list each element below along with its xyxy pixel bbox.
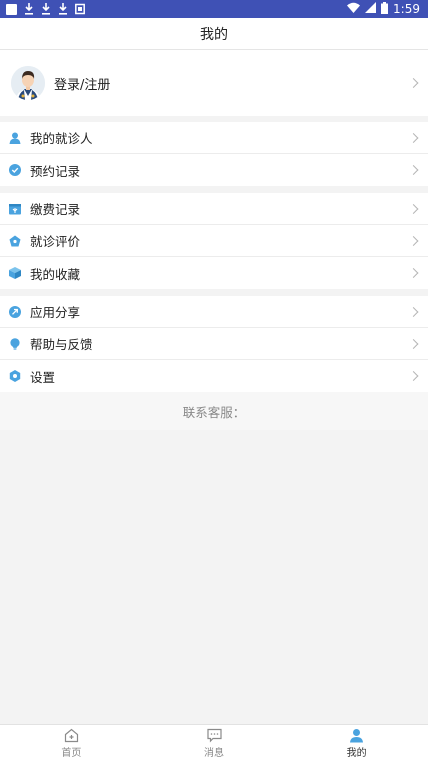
tab-label: 我的 bbox=[346, 748, 367, 759]
clock-check-icon bbox=[9, 164, 21, 176]
menu-item-my-patients[interactable]: 我的就诊人 bbox=[0, 122, 428, 154]
star-icon bbox=[9, 235, 21, 247]
menu-group-patients: 我的就诊人 预约记录 bbox=[0, 122, 428, 186]
clock-time: 1:59 bbox=[393, 2, 420, 16]
menu-item-label: 预约记录 bbox=[30, 163, 81, 179]
tab-home[interactable]: 首页 bbox=[0, 725, 143, 761]
user-icon bbox=[349, 727, 364, 743]
menu-item-appointments[interactable]: 预约记录 bbox=[0, 154, 428, 186]
menu-item-label: 帮助与反馈 bbox=[30, 337, 93, 352]
chevron-right-icon bbox=[408, 203, 419, 214]
menu-item-settings[interactable]: 设置 bbox=[0, 360, 428, 392]
storage-icon bbox=[75, 3, 85, 15]
box-icon bbox=[9, 267, 21, 279]
notification-square-icon bbox=[6, 3, 17, 15]
menu-item-share-app[interactable]: 应用分享 bbox=[0, 296, 428, 328]
chevron-right-icon bbox=[408, 268, 419, 278]
menu-item-favorites[interactable]: 我的收藏 bbox=[0, 257, 428, 289]
menu-item-help-feedback[interactable]: 帮助与反馈 bbox=[0, 328, 428, 360]
chevron-right-icon bbox=[408, 338, 419, 349]
tab-label: 首页 bbox=[61, 748, 82, 759]
gear-icon bbox=[9, 370, 21, 382]
menu-item-label: 设置 bbox=[30, 369, 56, 385]
chevron-right-icon bbox=[408, 78, 419, 88]
share-icon bbox=[9, 305, 21, 318]
menu-item-label: 缴费记录 bbox=[30, 202, 81, 217]
menu-item-label: 我的就诊人 bbox=[30, 131, 93, 146]
download-icon bbox=[41, 3, 51, 15]
menu-item-visit-review[interactable]: 就诊评价 bbox=[0, 225, 428, 257]
avatar bbox=[11, 66, 45, 100]
page-title: 我的 bbox=[0, 18, 428, 50]
menu-item-label: 我的收藏 bbox=[30, 266, 81, 282]
battery-icon bbox=[381, 1, 389, 17]
menu-group-app: 应用分享 帮助与反馈 设置 bbox=[0, 296, 428, 392]
bill-icon bbox=[9, 203, 21, 215]
chevron-right-icon bbox=[408, 165, 419, 175]
contact-customer-service[interactable]: 联系客服： bbox=[0, 392, 428, 430]
signal-icon bbox=[365, 2, 377, 16]
chevron-right-icon bbox=[408, 306, 419, 317]
wifi-icon bbox=[347, 2, 361, 16]
status-bar: 1:59 bbox=[0, 0, 428, 18]
bottom-navigation: 首页 消息 我的 bbox=[0, 724, 428, 761]
tab-messages[interactable]: 消息 bbox=[143, 725, 286, 761]
home-icon bbox=[64, 727, 79, 743]
login-register-label: 登录/注册 bbox=[54, 77, 111, 93]
bulb-icon bbox=[9, 337, 21, 350]
message-icon bbox=[206, 727, 222, 743]
tab-mine[interactable]: 我的 bbox=[285, 725, 428, 761]
chevron-right-icon bbox=[408, 132, 419, 143]
chevron-right-icon bbox=[408, 371, 419, 381]
tab-label: 消息 bbox=[204, 748, 224, 759]
menu-item-payment-records[interactable]: 缴费记录 bbox=[0, 193, 428, 225]
menu-item-label: 应用分享 bbox=[30, 305, 81, 320]
menu-group-records: 缴费记录 就诊评价 我的收藏 bbox=[0, 193, 428, 289]
person-icon bbox=[9, 132, 21, 144]
menu-item-label: 就诊评价 bbox=[30, 234, 81, 249]
login-register-row[interactable]: 登录/注册 bbox=[0, 50, 428, 116]
chevron-right-icon bbox=[408, 235, 419, 246]
download-icon bbox=[58, 3, 68, 15]
download-icon bbox=[24, 3, 34, 15]
